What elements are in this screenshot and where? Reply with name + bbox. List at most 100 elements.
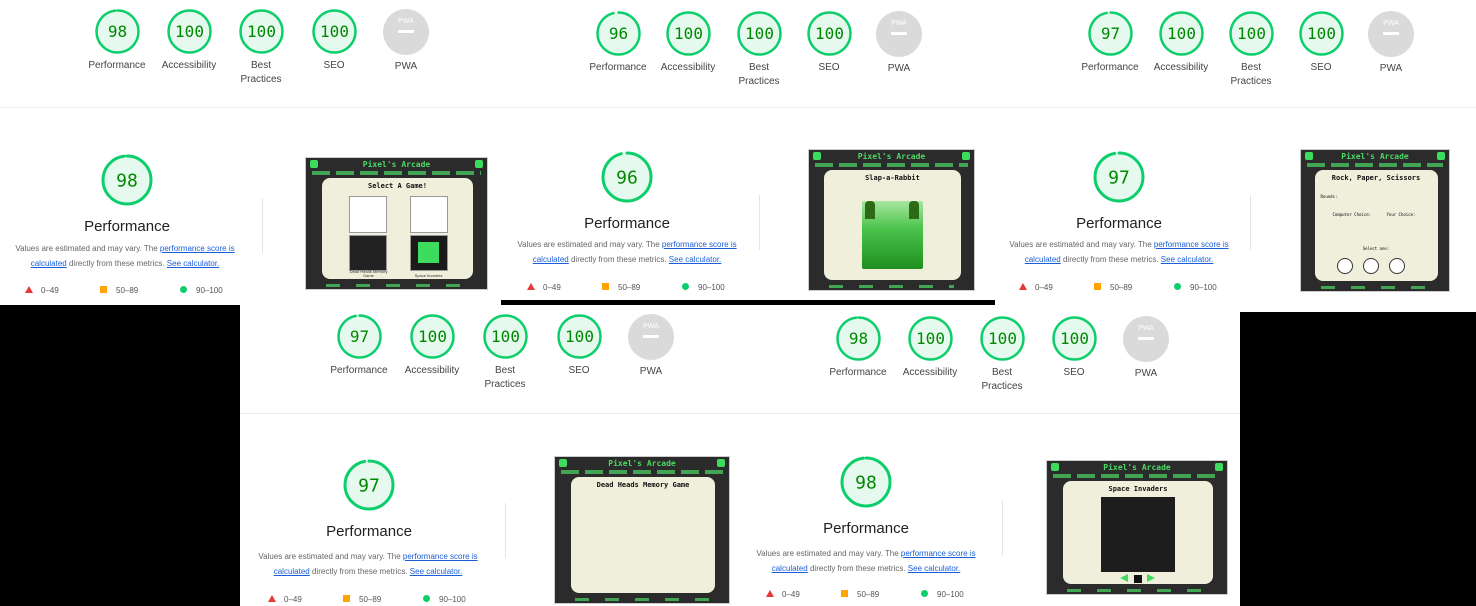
score-gauge-icon: 100 (556, 314, 602, 359)
score-gauge-icon: 96 (595, 11, 641, 56)
lighthouse-report-panel: 98 Performance 100 Accessibility 100 Best Pra… (0, 0, 501, 305)
triangle-icon (1019, 283, 1027, 290)
arrow-right-icon[interactable] (1146, 574, 1155, 582)
desc-text: Values are estimated and may vary. The (1009, 240, 1154, 249)
score-gauge-icon: 100 (806, 11, 852, 56)
legend-average-label: 50–89 (857, 590, 880, 599)
rounds-label: Rounds: (1320, 194, 1338, 199)
score-value: 100 (1060, 329, 1089, 348)
score-gauge-pwa[interactable]: PWA PWA (1353, 10, 1429, 76)
score-gauge-accessibility[interactable]: 100 Accessibility (1143, 10, 1219, 75)
score-gauge-performance[interactable]: 98 Performance (79, 8, 155, 73)
score-gauge-seo[interactable]: 100 SEO (541, 313, 617, 378)
page-screenshot-thumbnail[interactable]: Pixel's Arcade Select A Game! Whack Rock Pa… (305, 157, 488, 290)
legend-fail: 0–49 (268, 595, 302, 604)
page-screenshot-thumbnail[interactable]: Pixel's Arcade Rock, Paper, Scissors Round… (1300, 149, 1450, 292)
desc-text: directly from these metrics. (568, 255, 669, 264)
score-label: SEO (1310, 62, 1332, 73)
score-label: Performance (589, 62, 647, 73)
arrow-left-icon[interactable] (1120, 574, 1129, 582)
circle-icon (682, 283, 689, 290)
score-gauge-performance[interactable]: 96 Performance (580, 10, 656, 75)
score-gauge-seo[interactable]: 100 SEO (791, 10, 867, 75)
score-gauge-icon: 100 (409, 314, 455, 359)
svg-text:PWA: PWA (398, 18, 414, 25)
nav-links (815, 163, 968, 167)
performance-gauge[interactable]: 97 Performance (1049, 150, 1189, 232)
legend-pass: 90–100 (1174, 283, 1217, 292)
game-canvas[interactable] (1100, 497, 1176, 572)
rock-hand-icon[interactable] (1336, 258, 1353, 274)
scissors-hand-icon[interactable] (1388, 258, 1405, 274)
score-gauge-performance[interactable]: 97 Performance (321, 313, 397, 378)
fire-button[interactable] (1133, 575, 1142, 583)
see-calculator-link[interactable]: See calculator. (410, 567, 462, 576)
pwa-gauge-icon: PWA (1123, 316, 1169, 362)
score-gauge-best-practices[interactable]: 100 Best Practices (721, 10, 797, 89)
performance-gauge[interactable]: 96 Performance (557, 150, 697, 232)
performance-gauge[interactable]: 98 Performance (796, 455, 936, 537)
game-tile[interactable]: Whack (349, 196, 388, 239)
app-title: Pixel's Arcade (608, 459, 676, 468)
circle-icon (423, 595, 430, 602)
pwa-gauge-icon: PWA (876, 11, 922, 57)
score-legend: 0–49 50–89 90–100 (1019, 283, 1239, 295)
legend-pass: 90–100 (423, 595, 466, 604)
game-tile[interactable]: Rock Paper Scissors (409, 196, 448, 239)
performance-gauge[interactable]: 98 Performance (57, 153, 197, 235)
tree-icon (865, 200, 876, 219)
legend-fail-label: 0–49 (284, 595, 302, 604)
page-screenshot-thumbnail[interactable]: Pixel's Arcade Space Invaders (1046, 460, 1228, 595)
score-label: Performance (330, 365, 388, 376)
score-gauge-seo[interactable]: 100 SEO (296, 8, 372, 73)
select-one-label: Select one: (1362, 246, 1390, 251)
score-gauge-best-practices[interactable]: 100 Best Practices (223, 8, 299, 87)
game-tile[interactable]: Space Invaders (409, 234, 448, 277)
score-gauge-performance[interactable]: 98 Performance (820, 315, 896, 380)
score-label: Performance (1081, 62, 1139, 73)
score-gauge-icon: 98 (94, 9, 140, 54)
paper-hand-icon[interactable] (1362, 258, 1379, 274)
see-calculator-link[interactable]: See calculator. (908, 564, 960, 573)
score-label: PWA (639, 366, 663, 377)
score-gauge-seo[interactable]: 100 SEO (1036, 315, 1112, 380)
section-separator (505, 503, 506, 558)
page-screenshot-thumbnail[interactable]: Pixel's Arcade Slap-a-Rabbit (808, 149, 975, 291)
game-tile[interactable]: Dead Heads Memory Game (349, 234, 388, 277)
legend-fail: 0–49 (1019, 283, 1053, 292)
score-value: 97 (1108, 167, 1130, 188)
score-gauge-accessibility[interactable]: 100 Accessibility (394, 313, 470, 378)
footer-links (575, 598, 709, 601)
performance-gauge[interactable]: 97 Performance (299, 458, 439, 540)
score-value: 100 (418, 327, 447, 346)
legend-pass-label: 90–100 (439, 595, 466, 604)
your-choice-label: Your Choice: (1386, 212, 1416, 217)
score-gauge-pwa[interactable]: PWA PWA (861, 10, 937, 76)
page-screenshot-thumbnail[interactable]: Pixel's Arcade Dead Heads Memory Game (554, 456, 730, 604)
score-gauge-accessibility[interactable]: 100 Accessibility (892, 315, 968, 380)
score-label: Accessibility (161, 60, 217, 71)
see-calculator-link[interactable]: See calculator. (167, 259, 219, 268)
score-gauge-best-practices[interactable]: 100 Best Practices (964, 315, 1040, 394)
score-label: SEO (323, 60, 345, 71)
score-gauge-pwa[interactable]: PWA PWA (1108, 315, 1184, 381)
score-gauge-best-practices[interactable]: 100 Best Practices (467, 313, 543, 392)
section-divider (501, 107, 995, 108)
see-calculator-link[interactable]: See calculator. (669, 255, 721, 264)
score-value: 100 (565, 327, 594, 346)
score-label: Best Practices (240, 60, 282, 85)
performance-description: Values are estimated and may vary. The p… (999, 237, 1239, 267)
score-value: 100 (1237, 24, 1266, 43)
score-gauge-best-practices[interactable]: 100 Best Practices (1213, 10, 1289, 89)
legend-pass: 90–100 (921, 590, 964, 599)
score-gauge-seo[interactable]: 100 SEO (1283, 10, 1359, 75)
score-gauge-pwa[interactable]: PWA PWA (368, 8, 444, 74)
score-gauge-pwa[interactable]: PWA PWA (613, 313, 689, 379)
score-gauge-accessibility[interactable]: 100 Accessibility (151, 8, 227, 73)
score-gauge-accessibility[interactable]: 100 Accessibility (650, 10, 726, 75)
score-gauge-icon: 97 (343, 459, 395, 511)
score-gauge-performance[interactable]: 97 Performance (1072, 10, 1148, 75)
score-gauge-icon: 100 (1298, 11, 1344, 56)
see-calculator-link[interactable]: See calculator. (1161, 255, 1213, 264)
score-value: 97 (1100, 24, 1119, 43)
